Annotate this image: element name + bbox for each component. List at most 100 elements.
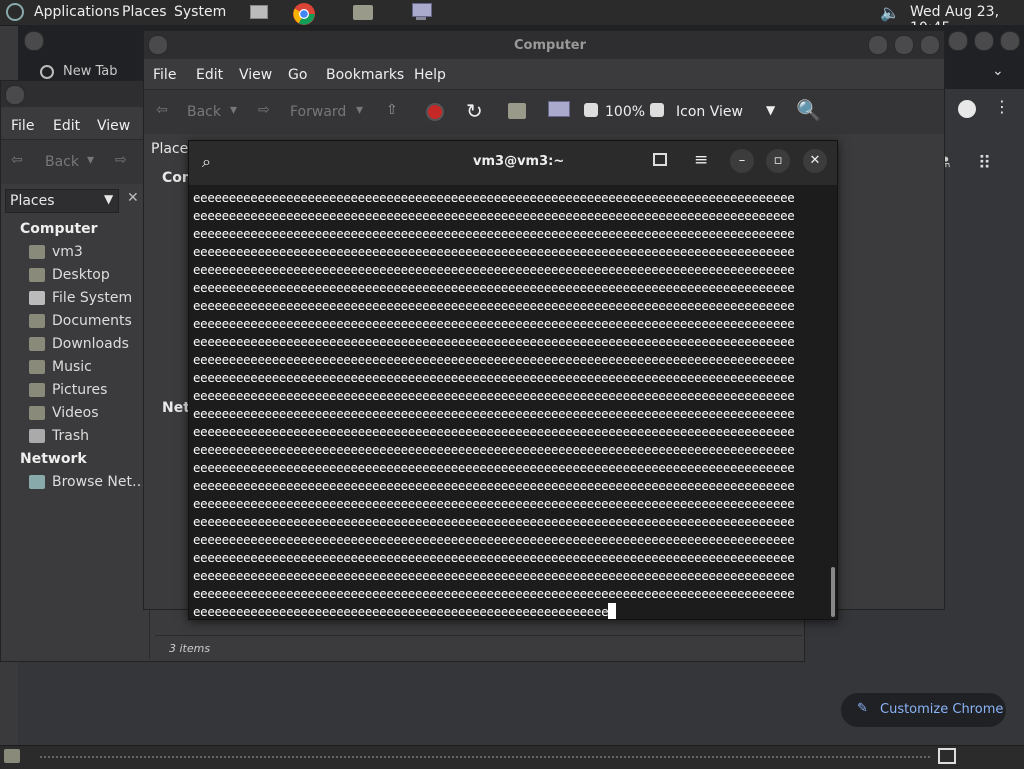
terminal-line: eeeeeeeeeeeeeeeeeeeeeeeeeeeeeeeeeeeeeeee… xyxy=(193,226,795,241)
computer-icon[interactable] xyxy=(548,101,570,117)
tab-search-chevron-icon[interactable]: ⌄ xyxy=(992,63,1004,79)
menu-help[interactable]: Help xyxy=(414,67,446,83)
sidebar-close-icon[interactable]: ✕ xyxy=(127,190,139,206)
minimize-icon[interactable]: – xyxy=(730,149,754,173)
home-folder-icon xyxy=(29,245,45,259)
menu-go[interactable]: Go xyxy=(288,67,307,83)
terminal-output: eeeeeeeeeeeeeeeeeeeeeeeeeeeeeeeeeeeeeeee… xyxy=(193,189,795,619)
window-button-icon[interactable] xyxy=(5,85,25,105)
menu-file[interactable]: File xyxy=(11,118,34,134)
terminal-line: eeeeeeeeeeeeeeeeeeeeeeeeeeeeeeeeeeeeeeee… xyxy=(193,460,795,475)
drive-icon xyxy=(29,291,45,305)
back-arrow-icon[interactable]: ⇦ xyxy=(156,102,168,118)
tab-label: New Tab xyxy=(63,64,118,79)
terminal-line: eeeeeeeeeeeeeeeeeeeeeeeeeeeeeeeeeeeeeeee… xyxy=(193,370,795,385)
terminal-line: eeeeeeeeeeeeeeeeeeeeeeeeeeeeeeeeeeeeeeee… xyxy=(193,478,795,493)
window-button-icon[interactable] xyxy=(24,31,44,51)
back-button-label[interactable]: Back xyxy=(45,154,79,170)
terminal-title: vm3@vm3:~ xyxy=(473,154,565,169)
back-dropdown-icon[interactable]: ▾ xyxy=(230,102,237,118)
window-title: Computer xyxy=(514,38,587,53)
back-button-label[interactable]: Back xyxy=(187,104,221,120)
volume-icon[interactable]: 🔈 xyxy=(880,3,900,22)
sidebar-selector[interactable]: Places ▼ xyxy=(5,189,119,213)
maximize-button-icon[interactable] xyxy=(894,35,914,55)
window-button-icon[interactable] xyxy=(948,31,968,51)
downloads-folder-icon xyxy=(29,337,45,351)
terminal-line: eeeeeeeeeeeeeeeeeeeeeeeeeeeeeeeeeeeeeeee… xyxy=(193,550,795,565)
window-button-icon[interactable] xyxy=(1000,31,1020,51)
home-folder-launcher-icon[interactable] xyxy=(352,2,374,22)
menu-system[interactable]: System xyxy=(174,4,226,20)
menu-edit[interactable]: Edit xyxy=(53,118,80,134)
status-text: 3 items xyxy=(169,642,211,655)
apps-grid-icon[interactable]: ⠿ xyxy=(978,153,991,174)
terminal-line: eeeeeeeeeeeeeeeeeeeeeeeeeeeeeeeeeeeeeeee… xyxy=(193,603,794,619)
forward-button-label[interactable]: Forward xyxy=(290,104,346,120)
search-magnifier-icon[interactable]: 🔍 xyxy=(796,98,821,122)
menu-view[interactable]: View xyxy=(239,67,272,83)
menu-places[interactable]: Places xyxy=(122,4,167,20)
terminal-line: eeeeeeeeeeeeeeeeeeeeeeeeeeeeeeeeeeeeeeee… xyxy=(193,586,795,601)
customize-chrome-button[interactable]: ✎ Customize Chrome xyxy=(841,693,1006,727)
terminal-line: eeeeeeeeeeeeeeeeeeeeeeeeeeeeeeeeeeeeeeee… xyxy=(193,568,795,583)
terminal-line: eeeeeeeeeeeeeeeeeeeeeeeeeeeeeeeeeeeeeeee… xyxy=(193,532,795,547)
terminal-line: eeeeeeeeeeeeeeeeeeeeeeeeeeeeeeeeeeeeeeee… xyxy=(193,208,795,223)
profile-avatar-icon[interactable] xyxy=(958,100,976,118)
terminal-line: eeeeeeeeeeeeeeeeeeeeeeeeeeeeeeeeeeeeeeee… xyxy=(193,442,795,457)
close-icon[interactable]: ✕ xyxy=(803,149,827,173)
terminal-launcher-icon[interactable] xyxy=(248,2,270,22)
hamburger-menu-icon[interactable]: ≡ xyxy=(694,150,708,170)
up-arrow-icon[interactable]: ⇧ xyxy=(386,102,398,118)
sidebar-selector-label: Places xyxy=(10,193,55,209)
menu-applications[interactable]: Applications xyxy=(34,4,120,20)
view-mode-select[interactable]: Icon View xyxy=(676,104,743,120)
zoom-out-icon[interactable] xyxy=(584,103,598,117)
new-tab-icon[interactable] xyxy=(653,153,667,166)
desktop-folder-icon xyxy=(29,268,45,282)
window-button-icon[interactable] xyxy=(974,31,994,51)
computer-launcher-icon[interactable] xyxy=(410,2,432,22)
show-desktop-icon[interactable] xyxy=(4,749,20,763)
stop-icon[interactable] xyxy=(426,103,444,121)
minimize-button-icon[interactable] xyxy=(868,35,888,55)
terminal-scrollbar[interactable] xyxy=(831,567,835,617)
selector-dropdown-icon: ▼ xyxy=(104,192,114,206)
menu-view[interactable]: View xyxy=(97,118,130,134)
home-icon[interactable] xyxy=(508,103,526,119)
chrome-launcher-icon[interactable] xyxy=(292,2,315,25)
terminal-line: eeeeeeeeeeeeeeeeeeeeeeeeeeeeeeeeeeeeeeee… xyxy=(193,514,795,529)
menu-edit[interactable]: Edit xyxy=(196,67,223,83)
terminal-line: eeeeeeeeeeeeeeeeeeeeeeeeeeeeeeeeeeeeeeee… xyxy=(193,316,795,331)
menu-bookmarks[interactable]: Bookmarks xyxy=(326,67,404,83)
network-icon xyxy=(29,475,45,489)
forward-arrow-icon[interactable]: ⇨ xyxy=(115,152,127,168)
zoom-in-icon[interactable] xyxy=(650,103,664,117)
search-icon[interactable]: ⌕ xyxy=(202,152,211,172)
window-menu-button-icon[interactable] xyxy=(148,35,168,55)
terminal-window: ⌕ vm3@vm3:~ ≡ – ▫ ✕ eeeeeeeeeeeeeeeeeeee… xyxy=(188,140,838,620)
back-arrow-icon[interactable]: ⇦ xyxy=(11,152,23,168)
back-dropdown-icon[interactable]: ▾ xyxy=(87,152,94,168)
titlebar: Computer xyxy=(144,31,944,59)
menu-file[interactable]: File xyxy=(153,67,176,83)
terminal-body[interactable]: eeeeeeeeeeeeeeeeeeeeeeeeeeeeeeeeeeeeeeee… xyxy=(189,185,837,619)
maximize-icon[interactable]: ▫ xyxy=(766,149,790,173)
terminal-line: eeeeeeeeeeeeeeeeeeeeeeeeeeeeeeeeeeeeeeee… xyxy=(193,388,795,403)
forward-arrow-icon[interactable]: ⇨ xyxy=(258,102,270,118)
chrome-menu-icon[interactable]: ⋮ xyxy=(994,97,1010,116)
trash-icon xyxy=(29,429,45,443)
terminal-line: eeeeeeeeeeeeeeeeeeeeeeeeeeeeeeeeeeeeeeee… xyxy=(193,352,795,367)
gnome-foot-icon[interactable] xyxy=(6,3,24,21)
terminal-line: eeeeeeeeeeeeeeeeeeeeeeeeeeeeeeeeeeeeeeee… xyxy=(193,280,795,295)
reload-icon[interactable]: ↻ xyxy=(466,99,483,123)
terminal-line: eeeeeeeeeeeeeeeeeeeeeeeeeeeeeeeeeeeeeeee… xyxy=(193,298,795,313)
pencil-icon: ✎ xyxy=(857,701,868,716)
workspace-switcher-icon[interactable] xyxy=(938,748,956,764)
terminal-line: eeeeeeeeeeeeeeeeeeeeeeeeeeeeeeeeeeeeeeee… xyxy=(193,496,795,511)
terminal-line: eeeeeeeeeeeeeeeeeeeeeeeeeeeeeeeeeeeeeeee… xyxy=(193,334,795,349)
view-mode-dropdown-icon[interactable]: ▼ xyxy=(766,103,775,117)
videos-folder-icon xyxy=(29,406,45,420)
forward-dropdown-icon[interactable]: ▾ xyxy=(356,102,363,118)
close-button-icon[interactable] xyxy=(920,35,940,55)
